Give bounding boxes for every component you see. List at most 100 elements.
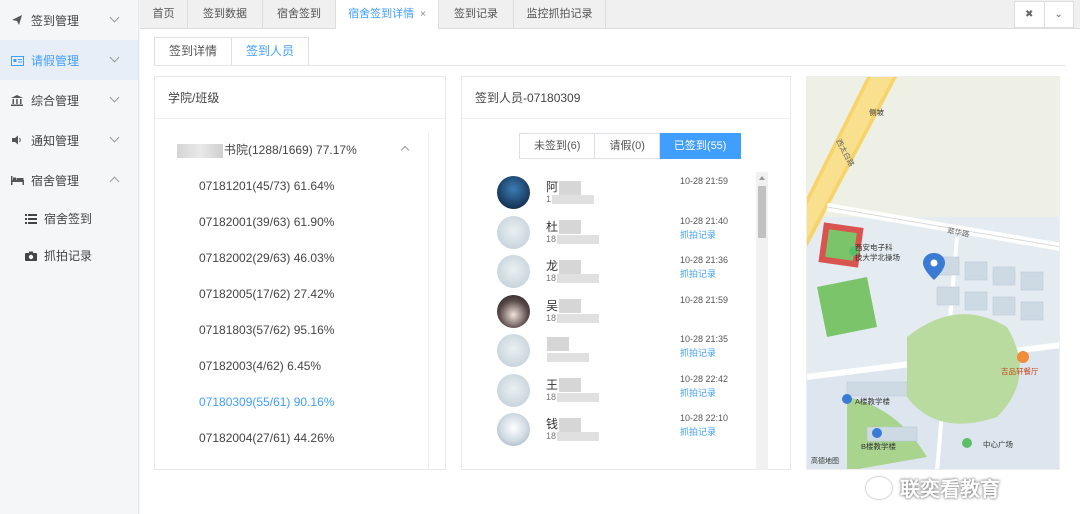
- tab-dorm-signin-detail[interactable]: 宿舍签到详情 ×: [336, 0, 439, 30]
- sidebar-item-signin[interactable]: 签到管理: [0, 0, 138, 40]
- redacted-text: [559, 299, 582, 314]
- sidebar-item-label: 请假管理: [31, 53, 80, 68]
- person-panel: 签到人员-07180309 未签到(6) 请假(0) 已签到(55) 阿 1 1…: [461, 76, 791, 470]
- college-panel-title: 学院/班级: [155, 77, 445, 119]
- sidebar-subitem-label: 宿舍签到: [44, 212, 93, 226]
- avatar: [497, 294, 530, 328]
- class-row[interactable]: 07181201(45/73) 61.64%: [157, 168, 428, 204]
- bank-icon: [10, 93, 24, 107]
- redacted-text: [177, 143, 223, 158]
- redacted-text: [547, 336, 569, 351]
- tab-monitor-capture[interactable]: 监控抓拍记录: [514, 0, 606, 29]
- signin-time: 10-28 21:36: [680, 255, 729, 265]
- person-id-prefix: 18: [546, 431, 557, 441]
- sidebar-item-label: 通知管理: [31, 133, 80, 148]
- signin-time: 10-28 21:59: [680, 294, 729, 305]
- class-row[interactable]: 07182003(4/62) 6.45%: [157, 348, 428, 384]
- list-item: 王 18 10-28 22:42 抓拍记录: [492, 370, 762, 410]
- class-row-selected[interactable]: 07180309(55/61) 90.16%: [157, 384, 428, 420]
- person-id: 18: [546, 431, 600, 442]
- person-name: 杜: [546, 218, 582, 235]
- capture-record-link[interactable]: 抓拍记录: [680, 425, 716, 438]
- subtabs: 签到详情 签到人员: [154, 37, 310, 66]
- person-name: 阿: [546, 178, 582, 195]
- avatar: [497, 176, 530, 209]
- tabs-menu-button[interactable]: ⌄: [1043, 2, 1074, 27]
- signin-time: 10-28 21:59: [680, 176, 729, 186]
- person-id: 18: [546, 233, 600, 244]
- subtab-signin-detail[interactable]: 签到详情: [154, 37, 233, 66]
- person-surname: 杜: [546, 219, 559, 234]
- capture-record-link[interactable]: 抓拍记录: [680, 346, 716, 359]
- sidebar-item-label: 宿舍管理: [31, 173, 80, 188]
- person-surname: 王: [546, 377, 559, 392]
- map-canvas: [807, 77, 1059, 469]
- class-row[interactable]: 07182004(27/61) 44.26%: [157, 420, 428, 456]
- chevron-down-icon: [109, 12, 120, 23]
- tab-label: 监控抓拍记录: [526, 8, 593, 20]
- redacted-text: [559, 378, 582, 393]
- map-place-label: 中心广场: [983, 440, 1013, 449]
- signin-time: 10-28 21:35: [680, 334, 729, 344]
- paper-plane-icon: [10, 13, 24, 27]
- person-name: 吴: [546, 297, 582, 314]
- class-row[interactable]: 07182002(29/63) 46.03%: [157, 240, 428, 276]
- person-id-prefix: 18: [546, 391, 557, 402]
- list-item: 龙 18 10-28 21:36 抓拍记录: [492, 251, 762, 291]
- college-tree: 书院(1288/1669) 77.17% 07181201(45/73) 61.…: [157, 132, 429, 469]
- tab-signin-data[interactable]: 签到数据: [188, 0, 263, 29]
- class-row[interactable]: 07181803(57/62) 95.16%: [157, 312, 428, 348]
- chevron-down-icon: [109, 92, 120, 103]
- sidebar-item-label: 签到管理: [31, 13, 80, 28]
- tab-home[interactable]: 首页: [140, 0, 188, 29]
- capture-record-link[interactable]: 抓拍记录: [680, 228, 716, 241]
- college-row[interactable]: 书院(1288/1669) 77.17%: [157, 132, 428, 168]
- filter-leave[interactable]: 请假(0): [595, 133, 660, 159]
- avatar: [497, 255, 530, 288]
- redacted-text: [557, 392, 600, 402]
- list-item: 阿 1 10-28 21:59: [492, 172, 762, 212]
- scrollbar-thumb[interactable]: [758, 186, 766, 238]
- scrollbar[interactable]: [756, 172, 768, 470]
- redacted-text: [559, 417, 582, 432]
- tab-signin-records[interactable]: 签到记录: [439, 0, 514, 29]
- signin-time: 10-28 21:40: [680, 215, 729, 226]
- filter-not-signed[interactable]: 未签到(6): [519, 133, 596, 159]
- college-panel: 学院/班级 书院(1288/1669) 77.17% 07181201(45/7…: [154, 76, 446, 470]
- filter-signed[interactable]: 已签到(55): [659, 133, 742, 159]
- subtab-signin-people[interactable]: 签到人员: [232, 37, 310, 66]
- sidebar-item-notice[interactable]: 通知管理: [0, 120, 138, 160]
- close-tabs-button[interactable]: ✖: [1015, 2, 1044, 27]
- sidebar-item-dorm[interactable]: 宿舍管理: [0, 160, 138, 200]
- capture-record-link[interactable]: 抓拍记录: [680, 386, 716, 399]
- sidebar-subitem-label: 抓拍记录: [44, 249, 93, 263]
- person-surname: 吴: [546, 298, 559, 313]
- signin-time: 10-28 22:42: [680, 373, 729, 384]
- redacted-text: [557, 234, 600, 244]
- map-place-label: A楼教学楼: [855, 397, 891, 406]
- bed-icon: [10, 173, 24, 187]
- avatar: [497, 215, 530, 249]
- tab-dorm-signin[interactable]: 宿舍签到: [263, 0, 336, 29]
- sidebar-subitem-capture[interactable]: 抓拍记录: [0, 237, 138, 274]
- scroll-up-arrow-icon[interactable]: [759, 176, 765, 180]
- avatar: [497, 334, 530, 367]
- map-place-label: 吉品轩餐厅: [1001, 367, 1039, 376]
- class-row[interactable]: 07182001(39/63) 61.90%: [157, 204, 428, 240]
- list-item: 杜 18 10-28 21:40 抓拍记录: [492, 212, 762, 252]
- map-view[interactable]: 西太白路 翠华路 侧坡 西安电子科 技大学北操场 A楼教学楼 B楼教学楼 中心广…: [806, 76, 1060, 470]
- redacted-text: [559, 259, 582, 274]
- list-item: 钱 18 10-28 22:10 抓拍记录: [492, 409, 762, 449]
- class-row[interactable]: 07182005(17/62) 27.42%: [157, 276, 428, 312]
- person-surname: 钱: [546, 417, 559, 431]
- sidebar-item-leave[interactable]: 请假管理: [0, 40, 138, 80]
- person-id-prefix: 18: [546, 233, 557, 244]
- camera-icon: [24, 249, 38, 263]
- map-provider-logo: 高德地图: [811, 458, 839, 465]
- chevron-up-icon[interactable]: [400, 145, 410, 155]
- list-item: 吴 18 10-28 21:59: [492, 291, 762, 331]
- sidebar-item-general[interactable]: 综合管理: [0, 80, 138, 120]
- capture-record-link[interactable]: 抓拍记录: [680, 267, 716, 280]
- sidebar-subitem-dorm-signin[interactable]: 宿舍签到: [0, 200, 138, 237]
- close-icon[interactable]: ×: [420, 9, 426, 20]
